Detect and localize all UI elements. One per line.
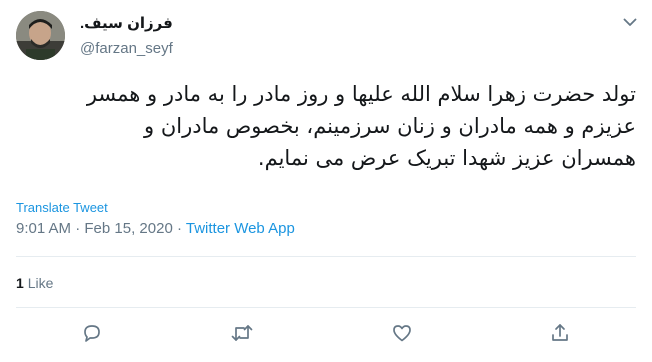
more-options-button[interactable]: [620, 12, 640, 32]
author-handle[interactable]: @farzan_seyf: [80, 40, 173, 57]
likes-stat[interactable]: 1 Like: [16, 275, 53, 291]
divider: [16, 307, 636, 308]
translate-tweet-link[interactable]: Translate Tweet: [16, 200, 108, 215]
tweet-text: تولد حضرت زهرا سلام الله علیها و روز ماد…: [86, 82, 636, 170]
tweet-date[interactable]: Feb 15, 2020: [84, 220, 172, 237]
share-icon: [552, 324, 568, 341]
reply-icon: [84, 325, 100, 342]
share-button[interactable]: [547, 320, 573, 346]
avatar-image: [16, 11, 65, 60]
tweet-metadata: 9:01 AM · Feb 15, 2020 · Twitter Web App: [16, 220, 295, 237]
divider: [16, 256, 636, 257]
author-name[interactable]: فرزان سیف.: [80, 14, 173, 32]
tweet-card: فرزان سیف. @farzan_seyf تولد حضرت زهرا س…: [0, 0, 652, 362]
meta-separator: ·: [172, 220, 186, 237]
likes-count: 1: [16, 275, 24, 291]
retweet-icon: [231, 325, 253, 341]
like-button[interactable]: [389, 320, 415, 346]
reply-button[interactable]: [79, 320, 105, 346]
tweet-source-link[interactable]: Twitter Web App: [186, 220, 295, 237]
heart-icon: [393, 325, 411, 342]
retweet-button[interactable]: [229, 320, 255, 346]
avatar[interactable]: [16, 11, 65, 60]
tweet-time[interactable]: 9:01 AM: [16, 220, 71, 237]
likes-label: Like: [27, 275, 54, 291]
meta-separator: ·: [71, 220, 85, 237]
chevron-down-icon: [623, 18, 637, 26]
